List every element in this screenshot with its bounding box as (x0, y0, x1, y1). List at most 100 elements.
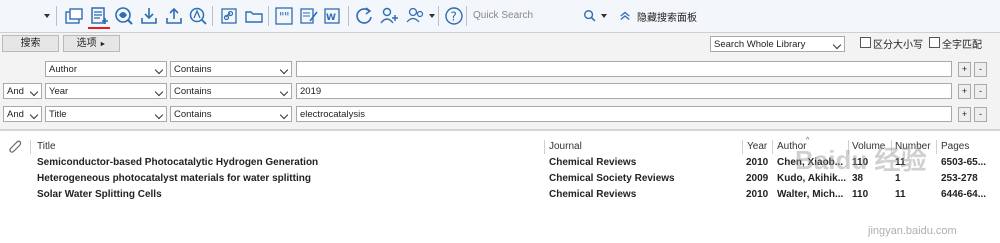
column-divider (544, 140, 545, 154)
operator-select-2[interactable]: Contains (170, 83, 292, 99)
active-underline (88, 27, 110, 29)
match-words-checkbox[interactable] (929, 37, 940, 48)
help-icon[interactable]: ? (443, 5, 465, 27)
chevron-down-icon (279, 65, 289, 75)
column-divider (936, 140, 937, 154)
find-full-text-icon[interactable] (187, 5, 209, 27)
format-paper-icon[interactable] (298, 5, 320, 27)
options-button[interactable]: 选项 ► (63, 35, 120, 52)
row-volume: 110 (852, 189, 869, 200)
column-header-year[interactable]: Year (747, 141, 767, 152)
options-arrow-icon: ► (99, 41, 107, 48)
svg-text:W: W (326, 13, 336, 23)
row-year: 2010 (746, 157, 769, 168)
word-document-icon[interactable]: W (322, 5, 344, 27)
column-divider (30, 140, 31, 154)
operator-select-value: Contains (174, 64, 212, 75)
chevron-down-icon (29, 87, 39, 97)
column-header-title[interactable]: Title (37, 141, 56, 152)
remove-row-button[interactable]: - (974, 107, 987, 122)
match-case-label: 区分大小写 (873, 40, 923, 51)
add-row-button[interactable]: + (958, 62, 971, 77)
remove-row-button[interactable]: - (974, 62, 987, 77)
search-scope-select[interactable]: Search Whole Library (710, 36, 845, 52)
chevron-down-icon (154, 65, 164, 75)
toolbar-separator (438, 6, 439, 26)
match-case-checkbox[interactable] (860, 37, 871, 48)
field-select-value: Author (49, 64, 77, 75)
export-icon[interactable] (163, 5, 185, 27)
options-label: 选项 (76, 38, 97, 49)
svg-text:?: ? (451, 10, 457, 24)
svg-text:": " (284, 10, 290, 24)
toolbar-separator (348, 6, 349, 26)
add-row-button[interactable]: + (958, 84, 971, 99)
column-header-journal[interactable]: Journal (549, 141, 582, 152)
add-row-button[interactable]: + (958, 107, 971, 122)
chevron-down-icon (154, 87, 164, 97)
search-scope-value: Search Whole Library (714, 39, 806, 50)
chevron-down-icon (29, 110, 39, 120)
group-icon[interactable] (404, 5, 426, 27)
watermark-url: jingyan.baidu.com (868, 225, 957, 237)
import-icon[interactable] (138, 5, 160, 27)
search-panel: 搜索 选项 ► Search Whole Library 区分大小写 全字匹配 … (0, 33, 1000, 131)
toolbar-separator (268, 6, 269, 26)
field-select-3[interactable]: Title (45, 106, 167, 122)
operator-select-1[interactable]: Contains (170, 61, 292, 77)
boolean-select-value: And (7, 86, 24, 97)
row-year: 2010 (746, 189, 769, 200)
chevron-down-icon (279, 110, 289, 120)
search-value-input-3[interactable]: electrocatalysis (296, 106, 952, 122)
hide-search-panel-label[interactable]: 隐藏搜索面板 (637, 9, 697, 24)
column-divider (742, 140, 743, 154)
row-title: Heterogeneous photocatalyst materials fo… (37, 173, 311, 184)
copy-to-library-icon[interactable] (63, 5, 85, 27)
field-select-2[interactable]: Year (45, 83, 167, 99)
group-dropdown-arrow[interactable] (429, 14, 435, 18)
quick-search-dropdown-arrow[interactable] (601, 14, 607, 18)
paperclip-icon[interactable] (8, 140, 22, 154)
row-author: Walter, Mich... (777, 189, 844, 200)
field-select-1[interactable]: Author (45, 61, 167, 77)
sync-icon[interactable] (353, 5, 375, 27)
row-title: Solar Water Splitting Cells (37, 189, 162, 200)
toolbar-separator (56, 6, 57, 26)
boolean-select-2[interactable]: And (3, 83, 42, 99)
operator-select-3[interactable]: Contains (170, 106, 292, 122)
open-link-icon[interactable] (218, 5, 240, 27)
search-value-input-2[interactable]: 2019 (296, 83, 952, 99)
search-icon[interactable] (583, 5, 597, 27)
operator-select-value: Contains (174, 86, 212, 97)
open-file-icon[interactable] (243, 5, 265, 27)
online-search-icon[interactable] (113, 5, 135, 27)
collapse-chevron-icon[interactable] (618, 5, 632, 27)
chevron-down-icon (279, 87, 289, 97)
insert-citation-icon[interactable]: " " (273, 5, 295, 27)
boolean-select-3[interactable]: And (3, 106, 42, 122)
row-number: 11 (895, 189, 906, 200)
field-select-value: Title (49, 109, 67, 120)
library-dropdown-arrow[interactable] (44, 14, 50, 18)
chevron-down-icon (154, 110, 164, 120)
share-user-icon[interactable] (378, 5, 400, 27)
remove-row-button[interactable]: - (974, 84, 987, 99)
row-pages: 253-278 (941, 173, 978, 184)
search-button[interactable]: 搜索 (2, 35, 59, 52)
row-journal: Chemical Reviews (549, 189, 637, 200)
row-pages: 6503-65... (941, 157, 987, 168)
column-divider (772, 140, 773, 154)
column-header-pages[interactable]: Pages (941, 141, 969, 152)
row-pages: 6446-64... (941, 189, 987, 200)
chevron-down-icon (832, 40, 842, 50)
search-value-input-1[interactable] (296, 61, 952, 77)
row-year: 2009 (746, 173, 769, 184)
watermark-logo: Baidu 经验 (795, 145, 927, 175)
row-title: Semiconductor-based Photocatalytic Hydro… (37, 157, 319, 168)
new-reference-icon[interactable] (88, 5, 110, 27)
row-journal: Chemical Society Reviews (549, 173, 675, 184)
main-toolbar: " " W ? Quick Search 隐藏搜索面板 (0, 0, 1000, 33)
row-journal: Chemical Reviews (549, 157, 637, 168)
field-select-value: Year (49, 86, 69, 97)
match-words-label: 全字匹配 (942, 40, 982, 51)
